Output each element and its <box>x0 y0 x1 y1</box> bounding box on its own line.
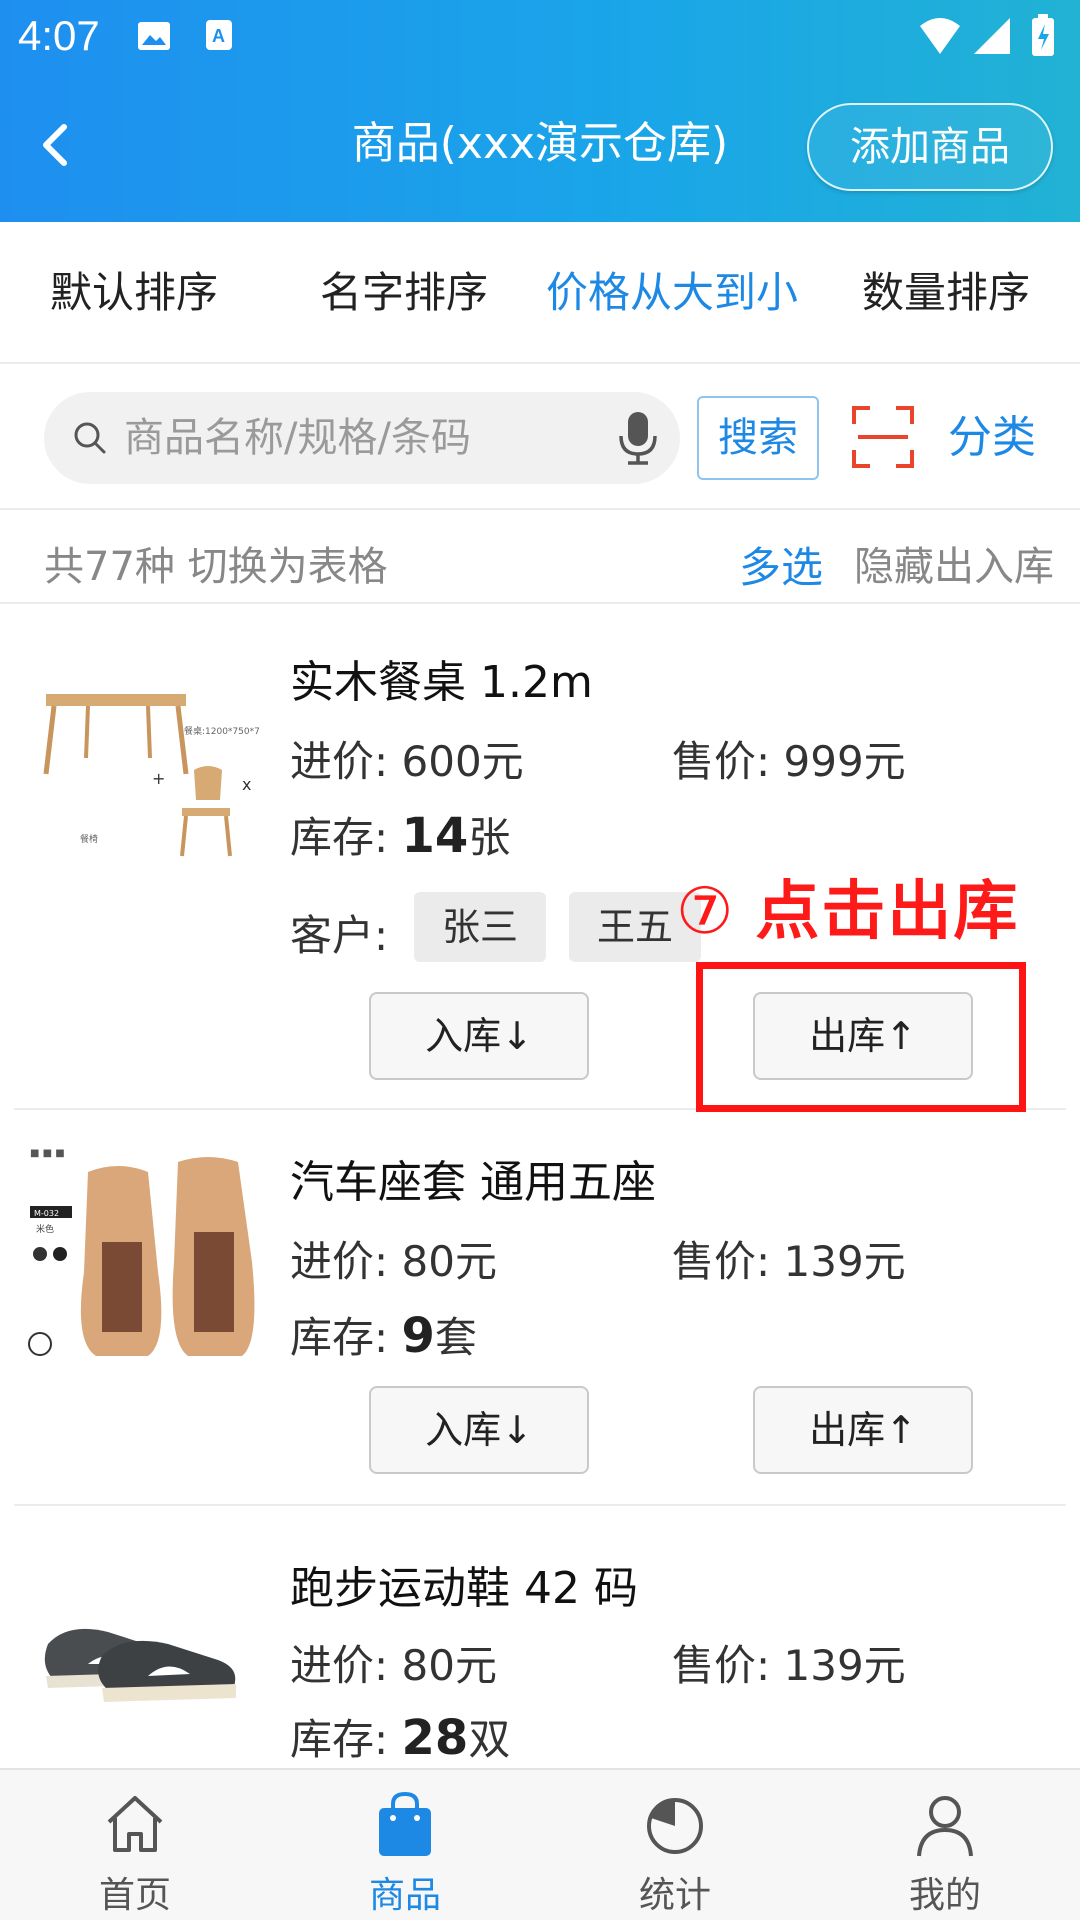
search-icon <box>74 422 106 454</box>
summary-toggle-table[interactable]: 共77种 切换为表格 <box>44 534 388 592</box>
product-card[interactable]: ■ ■ ■ M-032 米色 汽车座套 通用五座 进价: 80元 售价: 139… <box>14 1112 1066 1506</box>
stock-out-button[interactable]: 出库↑ <box>753 1386 973 1474</box>
svg-text:A: A <box>212 26 225 46</box>
search-row: 搜索 分类 <box>0 366 1080 510</box>
stock-info: 库存: 28双 <box>290 1710 511 1766</box>
product-image-car-seat-cover: ■ ■ ■ M-032 米色 <box>28 1142 260 1374</box>
nav-products-label: 商品 <box>368 1875 441 1916</box>
app-notification-icon: A <box>206 20 232 50</box>
add-product-button[interactable]: 添加商品 <box>807 103 1053 191</box>
tab-name-sort[interactable]: 名字排序 <box>320 268 488 318</box>
sale-price: 售价: 139元 <box>672 1237 906 1286</box>
nav-home-label: 首页 <box>98 1875 171 1916</box>
tutorial-annotation-text: ⑦ 点击出库 <box>676 875 1020 949</box>
back-arrow-icon[interactable] <box>30 115 78 175</box>
image-caption-color: 米色 <box>36 1223 54 1235</box>
bag-icon <box>379 1791 431 1856</box>
product-name: 实木餐桌 1.2m <box>290 657 593 708</box>
svg-text:■ ■ ■: ■ ■ ■ <box>30 1148 65 1159</box>
sale-price: 售价: 139元 <box>672 1641 906 1690</box>
microphone-icon[interactable] <box>616 410 660 466</box>
cost-price: 进价: 80元 <box>290 1237 497 1286</box>
sale-price: 售价: 999元 <box>672 737 906 786</box>
search-box[interactable] <box>44 392 680 484</box>
tutorial-highlight-box <box>696 962 1026 1112</box>
list-info-row: 共77种 切换为表格 多选 隐藏出入库 <box>0 512 1080 604</box>
tab-price-desc-sort[interactable]: 价格从大到小 <box>546 268 798 318</box>
app-header: 4:07 A 商品(xxx演示仓库) 添加商品 <box>0 0 1080 222</box>
search-input[interactable] <box>124 410 604 466</box>
category-link[interactable]: 分类 <box>948 410 1036 466</box>
cost-price: 进价: 600元 <box>290 737 524 786</box>
image-caption-model: M-032 <box>34 1209 59 1218</box>
bottom-navigation: 首页 商品 统计 我的 <box>0 1768 1080 1920</box>
nav-me-label: 我的 <box>908 1875 981 1916</box>
product-name: 汽车座套 通用五座 <box>290 1157 656 1208</box>
user-icon <box>917 1796 973 1857</box>
stock-info: 库存: 14张 <box>290 808 511 864</box>
product-image-running-shoes <box>28 1552 260 1784</box>
sort-tabs: 默认排序 名字排序 价格从大到小 数量排序 <box>0 222 1080 364</box>
cost-price: 进价: 80元 <box>290 1641 497 1690</box>
customer-label: 客户: <box>290 911 389 960</box>
status-indicators-icon <box>920 14 1054 56</box>
search-button[interactable]: 搜索 <box>697 396 819 480</box>
image-notification-icon <box>138 22 170 50</box>
nav-home[interactable]: 首页 <box>0 1770 270 1920</box>
product-card[interactable]: 跑步运动鞋 42 码 进价: 80元 售价: 139元 库存: 28双 <box>14 1508 1066 1784</box>
status-time: 4:07 <box>18 12 100 59</box>
home-icon <box>107 1796 163 1852</box>
product-name: 跑步运动鞋 42 码 <box>290 1563 638 1614</box>
stock-in-button[interactable]: 入库↓ <box>369 1386 589 1474</box>
image-caption-chair: 餐椅 <box>80 833 98 845</box>
hide-io-toggle[interactable]: 隐藏出入库 <box>854 534 1054 592</box>
product-image-dining-table: 餐桌:1200*750*750mm + x 餐椅 <box>28 640 260 872</box>
svg-text:x: x <box>242 775 251 794</box>
status-bar: 4:07 A <box>0 0 1080 72</box>
nav-statistics[interactable]: 统计 <box>540 1770 810 1920</box>
svg-text:+: + <box>152 769 165 788</box>
stock-in-button[interactable]: 入库↓ <box>369 992 589 1080</box>
nav-me[interactable]: 我的 <box>810 1770 1080 1920</box>
tab-default-sort[interactable]: 默认排序 <box>50 268 218 318</box>
pie-chart-icon <box>647 1798 703 1854</box>
nav-statistics-label: 统计 <box>638 1875 711 1916</box>
page-title: 商品(xxx演示仓库) <box>351 118 729 169</box>
customer-tag[interactable]: 张三 <box>414 892 547 962</box>
multi-select-button[interactable]: 多选 <box>739 534 823 595</box>
image-caption-table: 餐桌:1200*750*750mm <box>184 725 260 737</box>
tab-quantity-sort[interactable]: 数量排序 <box>862 268 1030 318</box>
stock-info: 库存: 9套 <box>290 1308 477 1364</box>
nav-products[interactable]: 商品 <box>270 1770 540 1920</box>
scan-barcode-icon[interactable] <box>852 406 914 468</box>
